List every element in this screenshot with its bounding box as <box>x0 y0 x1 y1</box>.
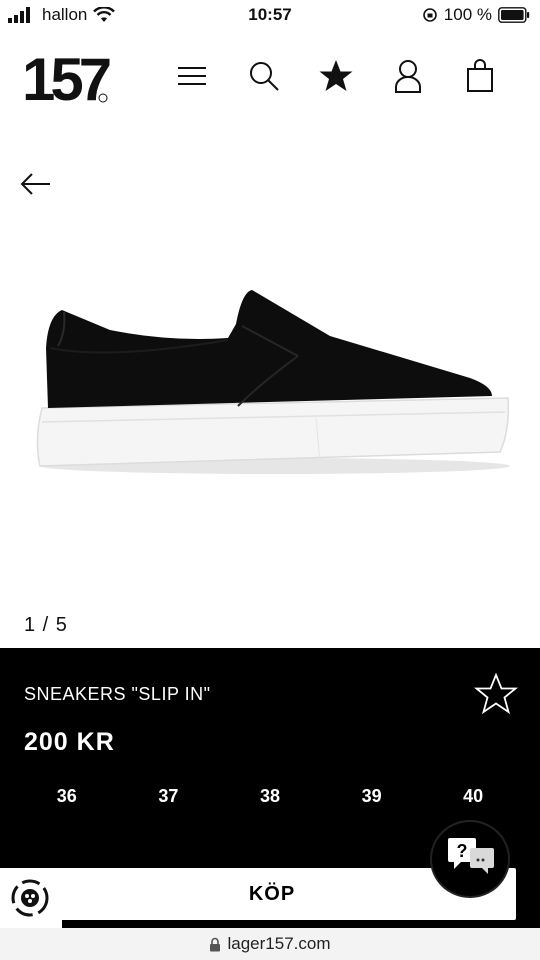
recycle-badge-icon <box>11 879 49 917</box>
back-button[interactable] <box>18 166 54 202</box>
orientation-lock-icon <box>422 8 437 22</box>
svg-text:?: ? <box>457 841 468 861</box>
chat-button[interactable]: ? <box>430 820 510 898</box>
size-option[interactable]: 40 <box>443 786 503 807</box>
status-right: 100 % <box>422 5 530 25</box>
browser-url-bar[interactable]: lager157.com <box>0 928 540 960</box>
logo-text: 157 <box>22 48 110 104</box>
size-option[interactable]: 38 <box>240 786 300 807</box>
site-header: 157 <box>0 40 540 112</box>
star-outline-icon <box>473 672 519 715</box>
star-icon[interactable] <box>318 58 354 94</box>
product-image[interactable] <box>30 280 520 480</box>
status-bar: hallon 10:57 100 % <box>0 0 540 32</box>
menu-icon[interactable] <box>174 58 210 94</box>
chat-help-icon: ? <box>448 838 494 874</box>
product-name: SNEAKERS "SLIP IN" <box>24 684 211 704</box>
image-counter: 1 / 5 <box>24 614 68 636</box>
battery-icon <box>498 7 530 23</box>
loyalty-widget[interactable] <box>0 868 62 928</box>
favorite-button[interactable] <box>473 672 519 716</box>
arrow-left-icon <box>20 173 50 195</box>
url-text: lager157.com <box>227 934 331 953</box>
size-option[interactable]: 39 <box>342 786 402 807</box>
lock-icon <box>210 937 221 951</box>
bag-icon[interactable] <box>462 58 498 94</box>
size-selector: 36 37 38 39 40 <box>0 786 540 807</box>
product-price: 200 KR <box>24 728 115 756</box>
size-option[interactable]: 37 <box>138 786 198 807</box>
brand-logo[interactable]: 157 <box>22 48 112 104</box>
size-option[interactable]: 36 <box>37 786 97 807</box>
battery-label: 100 % <box>443 5 492 24</box>
search-icon[interactable] <box>246 58 282 94</box>
account-icon[interactable] <box>390 58 426 94</box>
